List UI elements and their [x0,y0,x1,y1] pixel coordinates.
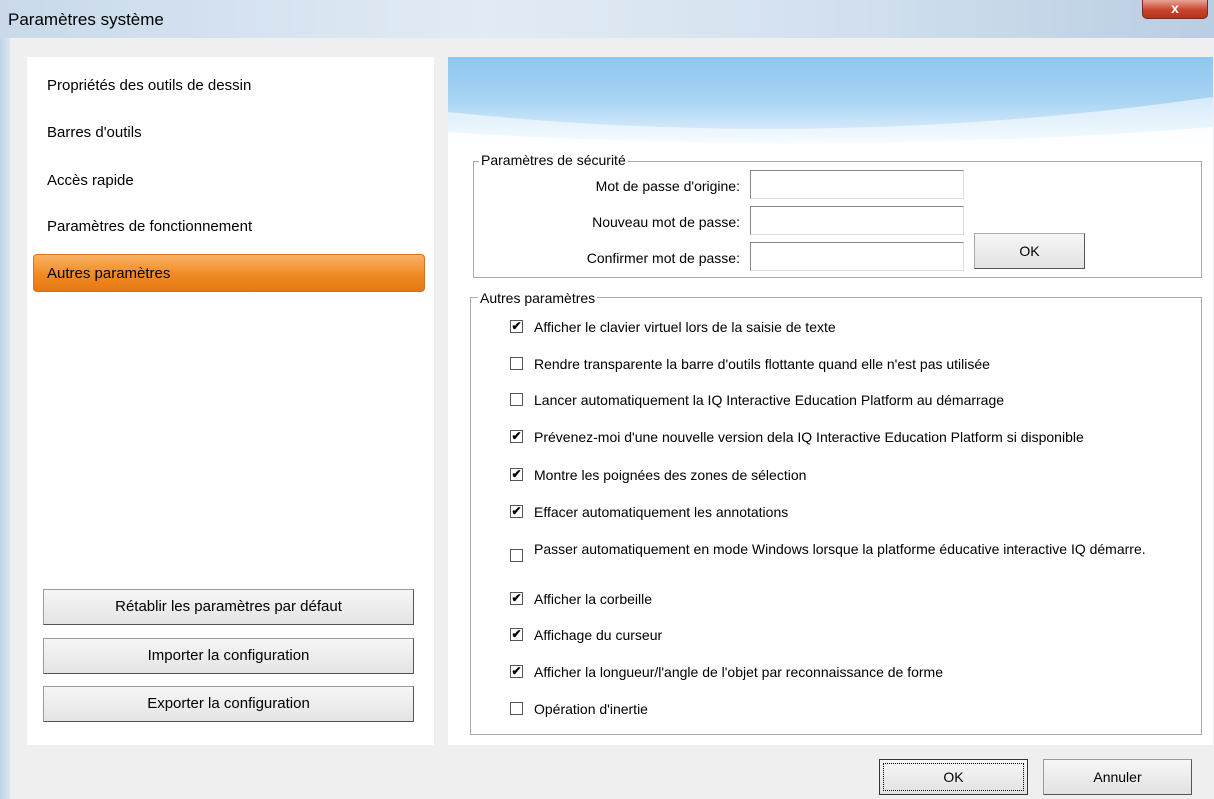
reset-defaults-button[interactable]: Rétablir les paramètres par défaut [43,589,414,625]
security-group-title: Paramètres de sécurité [479,152,628,168]
option-checkbox[interactable]: ✔ [510,592,523,605]
ok-button[interactable]: OK [879,759,1028,795]
window-left-border [0,38,10,799]
close-icon: x [1171,0,1179,16]
option-label: Afficher la longueur/l'angle de l'objet … [534,664,944,680]
password-ok-button[interactable]: OK [974,233,1085,269]
new-password-field[interactable] [750,206,964,235]
close-button[interactable]: x [1142,0,1208,19]
sidebar-item-quick-access[interactable]: Accès rapide [47,172,134,189]
option-checkbox[interactable]: ✔ [510,505,523,518]
original-password-field[interactable] [750,170,964,199]
option-label: Montre les poignées des zones de sélecti… [534,467,807,483]
sidebar-item-label: Autres paramètres [47,265,171,282]
option-label: Lancer automatiquement la IQ Interactive… [534,392,1005,408]
option-checkbox[interactable]: ✔ [510,430,523,443]
confirm-password-label: Confirmer mot de passe: [586,250,740,266]
import-config-button[interactable]: Importer la configuration [43,638,414,674]
new-password-label: Nouveau mot de passe: [592,214,740,230]
option-label: Rendre transparente la barre d'outils fl… [534,356,990,372]
other-settings-group-title: Autres paramètres [478,290,598,306]
option-checkbox[interactable]: ✔ [510,320,523,333]
option-checkbox[interactable]: ✔ [510,665,523,678]
option-checkbox[interactable]: ✔ [510,468,523,481]
option-checkbox[interactable] [510,549,523,562]
option-label: Afficher le clavier virtuel lors de la s… [534,319,836,335]
sidebar-item-operation-settings[interactable]: Paramètres de fonctionnement [47,218,252,235]
option-checkbox[interactable] [510,393,523,406]
cancel-button[interactable]: Annuler [1043,759,1192,795]
sidebar-item-drawing-tools[interactable]: Propriétés des outils de dessin [47,77,251,94]
title-bar: Paramètres système x [0,0,1214,38]
option-checkbox[interactable]: ✔ [510,628,523,641]
export-config-button[interactable]: Exporter la configuration [43,686,414,722]
option-label: Passer automatiquement en mode Windows l… [534,541,1146,557]
sidebar-item-other-settings[interactable]: Autres paramètres [33,254,425,292]
window-title: Paramètres système [8,10,164,29]
sidebar-item-toolbars[interactable]: Barres d'outils [47,124,142,141]
option-label: Effacer automatiquement les annotations [534,504,789,520]
option-checkbox[interactable] [510,357,523,370]
option-label: Prévenez-moi d'une nouvelle version dela… [534,429,1084,445]
option-label: Afficher la corbeille [534,591,653,607]
confirm-password-field[interactable] [750,242,964,271]
option-label: Affichage du curseur [534,627,663,643]
option-label: Opération d'inertie [534,701,648,717]
banner-swoosh [448,97,1213,152]
option-checkbox[interactable] [510,702,523,715]
original-password-label: Mot de passe d'origine: [595,178,740,194]
